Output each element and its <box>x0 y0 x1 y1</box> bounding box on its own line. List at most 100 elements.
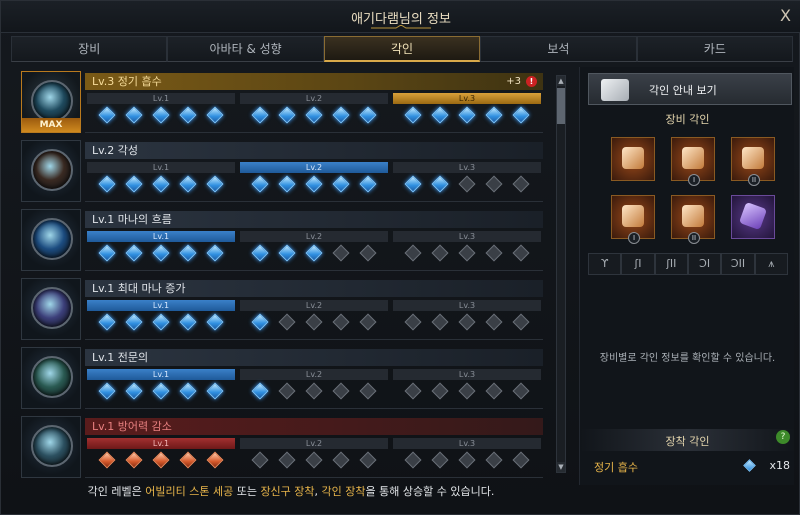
equip-slot[interactable]: II <box>671 195 715 244</box>
engraving-node-icon <box>359 106 377 124</box>
level-bar-2: Lv.2 <box>240 438 388 449</box>
engraving-title: Lv.3 정기 흡수 <box>92 75 162 88</box>
engraving-title: Lv.1 방어력 감소 <box>92 420 172 433</box>
scroll-thumb[interactable] <box>557 88 565 124</box>
engraving-node-icon <box>152 313 170 331</box>
engraving-node-icon <box>512 451 530 469</box>
engraving-node-icon <box>251 106 269 124</box>
footer-text: 또는 <box>233 485 261 498</box>
alert-icon[interactable]: ! <box>526 76 537 87</box>
awakening-icon <box>31 149 73 191</box>
tab-2[interactable]: 각인 <box>323 36 481 62</box>
engraving-header: Lv.1 최대 마나 증가 <box>85 280 543 297</box>
slot-filter-button[interactable]: ʃI <box>621 253 655 275</box>
engraving-guide-button[interactable]: 각인 안내 보기 <box>588 73 792 105</box>
engraving-node-icon <box>404 313 422 331</box>
engraving-node-icon <box>404 244 422 262</box>
tab-3[interactable]: 보석 <box>480 36 637 62</box>
engraving-node-icon <box>485 313 503 331</box>
engraving-node-icon <box>98 451 116 469</box>
engraving-node-icon <box>431 244 449 262</box>
footer-highlight-ability-stone: 어빌리티 스톤 세공 <box>145 485 234 498</box>
slot-filter-button[interactable]: ⩚ <box>754 253 788 275</box>
scroll-down-icon[interactable]: ▼ <box>557 462 565 472</box>
help-icon[interactable]: ? <box>776 430 790 444</box>
tab-bar: 장비 아바타 & 성향 각인 보석 카드 <box>11 36 794 62</box>
max-mana-icon <box>31 287 73 329</box>
scrollbar[interactable]: ▲ ▼ <box>556 75 566 473</box>
engraving-node-icon <box>206 382 224 400</box>
engraving-node-icon <box>206 451 224 469</box>
engraving-row[interactable]: Lv.1 방어력 감소 Lv.1 Lv.2 Lv.3 <box>17 414 555 478</box>
engraving-node-icon <box>278 106 296 124</box>
equip-slot[interactable] <box>611 137 655 181</box>
slot-filter-row: ϒʃI ʃII ƆI ƆII ⩚ <box>588 253 788 275</box>
footer-text: , <box>314 485 322 498</box>
engraving-node-icon <box>305 451 323 469</box>
max-badge: MAX <box>22 118 80 132</box>
engraving-icon-box <box>21 347 81 409</box>
mount-engraving-count: x18 <box>769 459 790 472</box>
engraving-row[interactable]: Lv.2 각성 Lv.1 Lv.2 Lv.3 <box>17 138 555 202</box>
level-bar-2: Lv.2 <box>240 93 388 104</box>
level-bar-1: Lv.1 <box>87 93 235 104</box>
engraving-node-icon <box>359 313 377 331</box>
slot-filter-button[interactable]: ϒ <box>588 253 622 275</box>
engraving-row[interactable]: MAX Lv.3 정기 흡수 +3! Lv.1 Lv.2 Lv.3 <box>17 69 555 133</box>
engraving-node-icon <box>125 382 143 400</box>
slot-number-badge: II <box>688 232 700 244</box>
engraving-node-icon <box>305 106 323 124</box>
title-bar: 애기다램님의 정보 X <box>1 1 800 33</box>
engraving-node-icon <box>125 106 143 124</box>
engraving-node-icon <box>179 244 197 262</box>
slot-filter-button[interactable]: ʃII <box>654 253 688 275</box>
engraving-row[interactable]: Lv.1 최대 마나 증가 Lv.1 Lv.2 Lv.3 <box>17 276 555 340</box>
tab-0[interactable]: 장비 <box>11 36 168 62</box>
equip-info-text: 장비별로 각인 정보를 확인할 수 있습니다. <box>599 353 776 364</box>
engraving-title: Lv.1 전문의 <box>92 351 149 364</box>
engraving-node-icon <box>278 313 296 331</box>
equip-slot[interactable]: I <box>611 195 655 244</box>
engraving-node-icon <box>152 175 170 193</box>
level-bar-3: Lv.3 <box>393 231 541 242</box>
level-bar-2: Lv.2 <box>240 369 388 380</box>
engraving-node-icon <box>458 451 476 469</box>
engraving-node-icon <box>458 175 476 193</box>
level-bar-3: Lv.3 <box>393 369 541 380</box>
engraving-row[interactable]: Lv.1 전문의 Lv.1 Lv.2 Lv.3 <box>17 345 555 409</box>
engraving-node-icon <box>152 244 170 262</box>
engraving-title: Lv.1 마나의 흐름 <box>92 213 172 226</box>
equip-slot[interactable]: II <box>731 137 775 186</box>
tab-1[interactable]: 아바타 & 성향 <box>167 36 324 62</box>
engraving-node-icon <box>179 451 197 469</box>
slot-filter-button[interactable]: ƆII <box>721 253 755 275</box>
engraving-row[interactable]: Lv.1 마나의 흐름 Lv.1 Lv.2 Lv.3 <box>17 207 555 271</box>
engraving-icon-box <box>21 278 81 340</box>
engraving-node-icon <box>332 244 350 262</box>
level-bar-2: Lv.2 <box>240 162 388 173</box>
engraving-node-icon <box>98 313 116 331</box>
earring-icon <box>682 147 704 169</box>
engraving-node-icon <box>125 313 143 331</box>
engraving-header: Lv.1 방어력 감소 <box>85 418 543 435</box>
slot-number-badge: II <box>748 174 760 186</box>
mount-engraving-row: 정기 흡수 x18 <box>594 459 790 475</box>
equip-slot[interactable] <box>731 195 775 239</box>
engraving-icon-box <box>21 140 81 202</box>
equip-engraving-title: 장비 각인 <box>665 113 710 126</box>
engraving-node-icon <box>359 175 377 193</box>
engraving-header: Lv.1 전문의 <box>85 349 543 366</box>
engraving-header: Lv.2 각성 <box>85 142 543 159</box>
engraving-node-icon <box>278 175 296 193</box>
tab-4[interactable]: 카드 <box>636 36 794 62</box>
scroll-up-icon[interactable]: ▲ <box>557 76 565 86</box>
engraving-bonus: +3 <box>506 76 521 87</box>
title-ornament-icon <box>371 25 431 29</box>
slot-filter-button[interactable]: ƆI <box>687 253 722 275</box>
engraving-node-icon <box>251 382 269 400</box>
level-bar-1: Lv.1 <box>87 300 235 311</box>
engraving-node-icon <box>125 175 143 193</box>
close-button[interactable]: X <box>780 6 791 25</box>
level-bar-1: Lv.1 <box>87 162 235 173</box>
equip-slot[interactable]: I <box>671 137 715 186</box>
